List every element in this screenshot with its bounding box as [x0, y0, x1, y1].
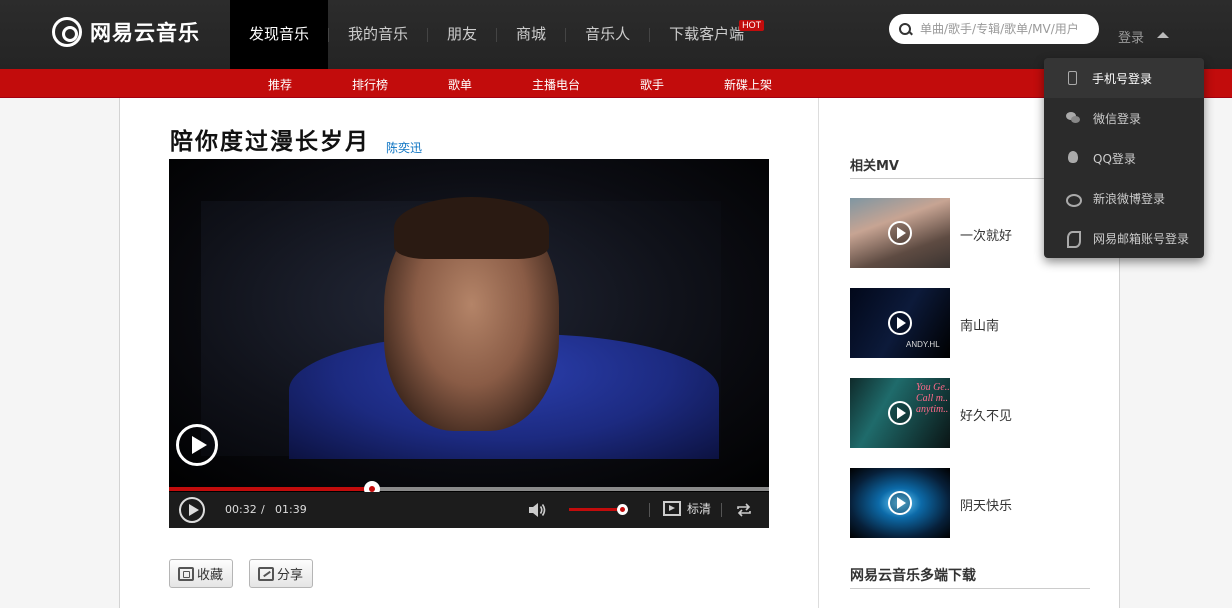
- share-icon: [258, 566, 274, 581]
- login-phone[interactable]: 手机号登录: [1044, 58, 1204, 98]
- login-weibo[interactable]: 新浪微博登录: [1044, 178, 1204, 218]
- collect-button[interactable]: 收藏: [169, 559, 233, 588]
- quality-icon: [663, 501, 681, 516]
- login-qq-label: QQ登录: [1093, 151, 1136, 166]
- login-link[interactable]: 登录: [1118, 27, 1144, 46]
- time-separator: /: [261, 503, 265, 516]
- big-play-icon[interactable]: [176, 424, 218, 466]
- login-weibo-label: 新浪微博登录: [1093, 191, 1166, 206]
- login-wechat[interactable]: 微信登录: [1044, 98, 1204, 138]
- player-controls: 00:32 / 01:39 标清: [169, 492, 769, 528]
- download-divider: [850, 588, 1090, 589]
- total-time: 01:39: [275, 503, 307, 516]
- volume-icon[interactable]: [527, 501, 547, 519]
- weibo-icon: [1066, 191, 1082, 207]
- current-time: 00:32: [225, 503, 257, 516]
- nav-my-music[interactable]: 我的音乐: [329, 0, 427, 70]
- login-netease-mail-label: 网易邮箱账号登录: [1093, 231, 1190, 246]
- login-phone-label: 手机号登录: [1092, 71, 1153, 86]
- column-divider: [818, 98, 819, 608]
- nav-download-client[interactable]: 下载客户端 HOT: [650, 0, 770, 70]
- netease-mail-icon: [1066, 231, 1081, 248]
- volume-knob[interactable]: [617, 504, 629, 515]
- controls-divider: [721, 503, 722, 517]
- play-icon: [888, 401, 912, 425]
- subnav-playlists[interactable]: 歌单: [448, 76, 472, 93]
- loop-icon[interactable]: [735, 502, 753, 518]
- related-mv-name: 南山南: [960, 319, 1000, 334]
- controls-divider: [649, 503, 650, 517]
- play-icon[interactable]: [179, 497, 205, 523]
- related-mv-name: 阴天快乐: [960, 499, 1013, 514]
- search-icon: [899, 22, 912, 36]
- login-netease-mail[interactable]: 网易邮箱账号登录: [1044, 218, 1204, 258]
- subnav-radio[interactable]: 主播电台: [532, 76, 580, 93]
- related-mv-item[interactable]: ANDY.HL 南山南: [850, 288, 1090, 358]
- play-icon: [888, 491, 912, 515]
- collect-icon: [178, 566, 194, 581]
- main-nav: 发现音乐 我的音乐 朋友 商城 音乐人 下载客户端 HOT: [230, 0, 770, 70]
- mv-title: 陪你度过漫长岁月: [170, 128, 370, 155]
- related-mv-thumbnail: [850, 468, 950, 538]
- nav-friends[interactable]: 朋友: [428, 0, 496, 70]
- subnav-charts[interactable]: 排行榜: [352, 76, 388, 93]
- collect-label: 收藏: [197, 568, 224, 583]
- play-icon: [888, 221, 912, 245]
- nav-store[interactable]: 商城: [497, 0, 565, 70]
- video-frame: [169, 159, 769, 489]
- quality-label: 标清: [687, 502, 712, 516]
- subnav-new-albums[interactable]: 新碟上架: [724, 76, 772, 93]
- related-mv-item[interactable]: You Ge.. Call m.. anytim.. 好久不见: [850, 378, 1090, 448]
- wechat-icon: [1066, 111, 1080, 125]
- progress-fill: [169, 487, 372, 491]
- play-icon: [888, 311, 912, 335]
- login-wechat-label: 微信登录: [1093, 111, 1142, 126]
- share-label: 分享: [277, 568, 304, 583]
- multi-platform-download-title: 网易云音乐多端下载: [850, 568, 976, 584]
- logo-text: 网易云音乐: [90, 21, 200, 45]
- hot-badge: HOT: [739, 20, 765, 31]
- share-button[interactable]: 分享: [249, 559, 313, 588]
- search-input[interactable]: [920, 22, 1090, 36]
- volume-slider[interactable]: [569, 504, 629, 515]
- nav-download-label: 下载客户端: [669, 25, 745, 43]
- related-mv-item[interactable]: 阴天快乐: [850, 468, 1090, 538]
- related-mv-title: 相关MV: [850, 159, 899, 174]
- video-hair: [394, 197, 549, 259]
- netease-music-logo-icon: [52, 17, 82, 47]
- subnav-recommend[interactable]: 推荐: [268, 76, 292, 93]
- login-dropdown: 手机号登录 微信登录 QQ登录 新浪微博登录 网易邮箱账号登录: [1044, 58, 1204, 258]
- qq-icon: [1066, 151, 1080, 165]
- login-qq[interactable]: QQ登录: [1044, 138, 1204, 178]
- search-box[interactable]: [889, 14, 1099, 44]
- nav-musician[interactable]: 音乐人: [566, 0, 649, 70]
- related-mv-thumbnail: [850, 198, 950, 268]
- related-mv-thumbnail: ANDY.HL: [850, 288, 950, 358]
- phone-icon: [1068, 71, 1077, 85]
- volume-fill: [569, 508, 623, 511]
- caret-up-icon: [1157, 32, 1169, 38]
- progress-bar[interactable]: [169, 481, 769, 497]
- mv-artist-link[interactable]: 陈奕迅: [386, 139, 422, 156]
- related-mv-name: 好久不见: [960, 409, 1013, 424]
- related-mv-name: 一次就好: [960, 229, 1013, 244]
- thumbnail-text: You Ge.. Call m.. anytim..: [916, 382, 950, 415]
- video-player[interactable]: 00:32 / 01:39 标清: [169, 159, 769, 528]
- thumbnail-text: ANDY.HL: [906, 340, 940, 349]
- related-mv-thumbnail: You Ge.. Call m.. anytim..: [850, 378, 950, 448]
- logo[interactable]: 网易云音乐: [52, 17, 200, 47]
- quality-button[interactable]: 标清: [663, 500, 711, 517]
- nav-discover[interactable]: 发现音乐: [230, 0, 329, 70]
- subnav-artists[interactable]: 歌手: [640, 76, 664, 93]
